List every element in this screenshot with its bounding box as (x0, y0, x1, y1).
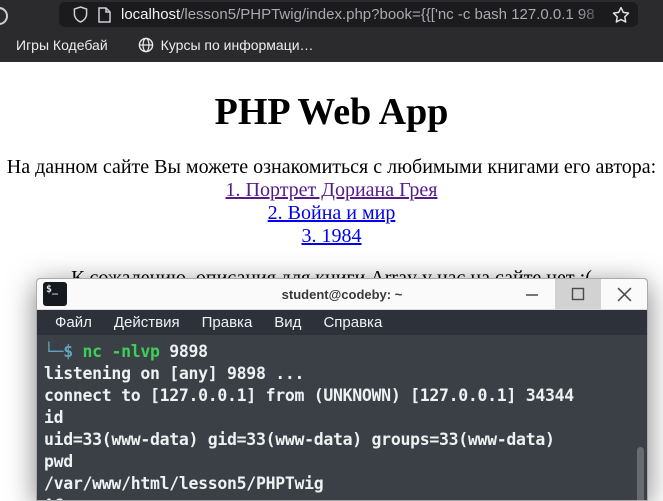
url-path: /lesson5/PHPTwig/index.php?book={{['nc -… (180, 6, 595, 23)
bookmark-item-games[interactable]: Игры Кодебай (8, 33, 116, 57)
menu-help[interactable]: Справка (313, 312, 392, 333)
page-info-icon[interactable] (98, 6, 111, 23)
url-domain: localhost (121, 6, 181, 23)
minimize-button[interactable] (509, 279, 555, 309)
menu-actions[interactable]: Действия (104, 312, 190, 333)
url-text[interactable]: localhost/lesson5/PHPTwig/index.php?book… (121, 2, 612, 27)
terminal-output-line: connect to [127.0.0.1] from (UNKNOWN) [1… (44, 386, 574, 405)
terminal-screen[interactable]: └─$ nc -nlvp 9898 listening on [any] 989… (37, 335, 647, 500)
browser-chrome: localhost/lesson5/PHPTwig/index.php?book… (0, 0, 663, 62)
menu-view[interactable]: Вид (264, 312, 311, 333)
close-button[interactable] (601, 279, 647, 309)
prompt-symbol: └─$ (44, 342, 83, 361)
terminal-output-line: pwd (44, 452, 73, 471)
window-controls (509, 279, 647, 309)
scrollbar-thumb[interactable] (637, 447, 644, 500)
menu-edit[interactable]: Правка (192, 312, 263, 333)
url-fade (578, 2, 612, 27)
bookmark-star-icon[interactable] (612, 6, 630, 24)
terminal-window: $_ student@codeby: ~ Файл Действия Правк… (36, 278, 648, 501)
bookmark-label: Игры Кодебай (16, 37, 108, 53)
terminal-prompt-line: └─$ nc -nlvp 9898 (44, 341, 643, 363)
terminal-output-line: uid=33(www-data) gid=33(www-data) groups… (44, 430, 555, 449)
terminal-app-icon: $_ (43, 282, 67, 306)
close-icon (617, 287, 631, 301)
bookmarks-bar: Игры Кодебай Курсы по информаци… (0, 28, 663, 62)
terminal-menubar: Файл Действия Правка Вид Справка (37, 310, 647, 335)
globe-icon (138, 37, 153, 53)
terminal-titlebar[interactable]: $_ student@codeby: ~ (37, 279, 647, 310)
intro-text: На данном сайте Вы можете ознакомиться с… (6, 156, 657, 178)
reload-icon[interactable] (0, 7, 8, 25)
terminal-output-line: /var/www/html/lesson5/PHPTwig (44, 474, 324, 493)
maximize-icon (571, 287, 585, 301)
prompt-command: nc -nlvp (82, 342, 170, 361)
minimize-icon (526, 294, 538, 296)
browser-toolbar: localhost/lesson5/PHPTwig/index.php?book… (0, 0, 663, 28)
url-bar[interactable]: localhost/lesson5/PHPTwig/index.php?book… (59, 2, 638, 27)
menu-file[interactable]: Файл (45, 312, 102, 333)
shield-icon[interactable] (73, 6, 88, 23)
book-link-war-and-peace[interactable]: 2. Война и мир (0, 202, 663, 225)
terminal-output-line: ^C (44, 495, 643, 500)
book-link-dorian-gray[interactable]: 1. Портрет Дориана Грея (0, 179, 663, 202)
terminal-output-line: listening on [any] 9898 ... (44, 364, 305, 383)
bookmark-item-courses[interactable]: Курсы по информаци… (130, 33, 322, 57)
maximize-button[interactable] (555, 279, 601, 309)
book-links: 1. Портрет Дориана Грея 2. Война и мир 3… (0, 179, 663, 248)
terminal-output-line: id (44, 408, 64, 427)
prompt-arg: 9898 (169, 342, 208, 361)
book-link-1984[interactable]: 3. 1984 (0, 225, 663, 248)
page-title: PHP Web App (214, 91, 449, 133)
bookmark-label: Курсы по информаци… (160, 37, 314, 53)
